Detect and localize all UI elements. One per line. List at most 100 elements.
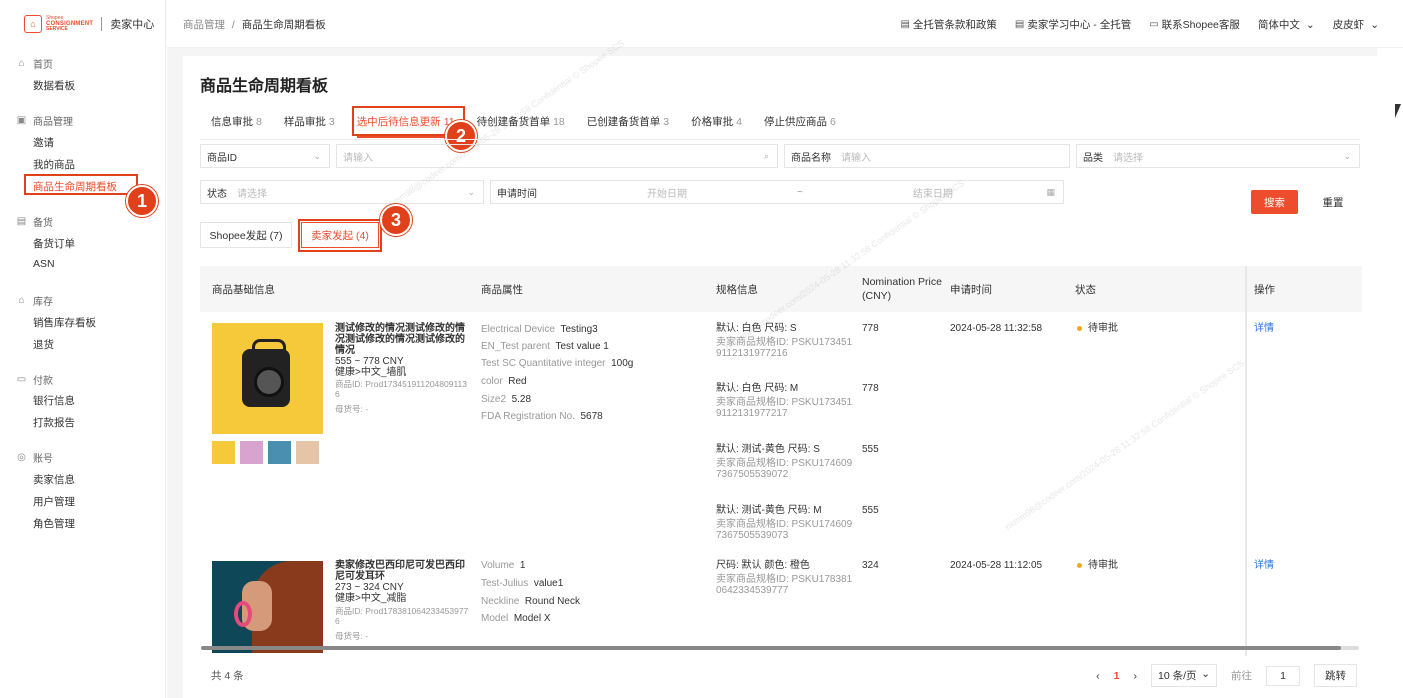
page-size-select[interactable]: 10 条/页 ⌄ [1151, 664, 1217, 687]
sidebar-item-asn[interactable]: ASN [33, 258, 55, 270]
attr-row: FDA Registration No. 5678 [481, 411, 603, 422]
search-button[interactable]: 搜索 [1251, 190, 1298, 214]
sidebar-item-my-products[interactable]: 我的商品 [33, 157, 75, 172]
nav-group-account[interactable]: ◎ 账号 [16, 450, 53, 465]
tab-created-first-order[interactable]: 已创建备货首单 3 [587, 114, 669, 134]
attr-row: Size2 5.28 [481, 394, 532, 405]
detail-link[interactable]: 详情 [1254, 560, 1274, 572]
tab-price-approval[interactable]: 价格审批 4 [691, 114, 742, 134]
user-menu[interactable]: 皮皮虾 ⌄ [1333, 17, 1379, 32]
scrollbar-thumb[interactable] [201, 646, 1341, 650]
top-bar: 商品管理 / 商品生命周期看板 ▤ 全托管条款和政策 ▤ 卖家学习中心 - 全托管 … [167, 0, 1403, 48]
language-select[interactable]: 简体中文 ⌄ [1258, 17, 1315, 32]
reset-button[interactable]: 重置 [1311, 190, 1355, 214]
breadcrumb-current: 商品生命周期看板 [241, 19, 326, 31]
thumbnail-1[interactable] [212, 441, 235, 464]
detail-link[interactable]: 详情 [1254, 323, 1274, 335]
chevron-down-icon: ⌄ [1305, 18, 1315, 31]
status-dot-icon [1077, 325, 1082, 331]
camera-shape [242, 339, 290, 407]
brand-logo[interactable]: ⌂ Shopee CONSIGNMENT SERVICE 卖家中心 [24, 12, 154, 36]
product-name: 测试修改的情况测试修改的情况测试修改的情况测试修改的情况 [335, 323, 465, 356]
goto-page-input[interactable]: 1 [1266, 665, 1300, 686]
sidebar-item-payment-report[interactable]: 打款报告 [33, 415, 75, 430]
product-image-camera[interactable] [212, 323, 323, 434]
chevron-down-icon: ⌄ [467, 186, 475, 197]
col-basic-info: 商品基础信息 [212, 284, 275, 296]
total-count: 共 4 条 [211, 670, 244, 682]
pagination: ‹ 1 › 10 条/页 ⌄ 前往 1 跳转 [1096, 664, 1357, 687]
attr-row: Neckline Round Neck [481, 596, 580, 607]
sidebar-item-stock-orders[interactable]: 备货订单 [33, 236, 75, 251]
learning-center-link[interactable]: ▤ 卖家学习中心 - 全托管 [1015, 17, 1131, 32]
product-id: 商品ID: Prod1783810642334539776 [335, 606, 469, 626]
tab-stopped-supply[interactable]: 停止供应商品 6 [764, 114, 836, 134]
nav-group-stocking[interactable]: ▤ 备货 [16, 214, 53, 229]
spec-line: 尺码: 默认 颜色: 橙色 [716, 560, 810, 571]
attr-row: Model Model X [481, 613, 551, 624]
nav-group-products[interactable]: ▣ 商品管理 [16, 113, 73, 128]
logo-divider [101, 17, 103, 31]
goods-no: 母货号: - [335, 404, 369, 414]
thumbnail-3[interactable] [268, 441, 291, 464]
horizontal-scrollbar[interactable] [201, 646, 1359, 650]
page-number[interactable]: 1 [1114, 670, 1120, 682]
terms-link[interactable]: ▤ 全托管条款和政策 [900, 17, 996, 32]
table-header: 商品基础信息 商品属性 规格信息 Nomination Price (CNY) … [200, 266, 1362, 312]
tab-sample-approval[interactable]: 样品审批 3 [284, 114, 335, 134]
sidebar-item-sales-inventory[interactable]: 销售库存看板 [33, 315, 96, 330]
search-icon: ⌕ [763, 150, 769, 161]
sidebar-item-returns[interactable]: 退货 [33, 337, 54, 352]
next-page-icon[interactable]: › [1134, 670, 1138, 682]
goto-button[interactable]: 跳转 [1314, 664, 1357, 687]
earring-shape [234, 601, 252, 627]
breadcrumb-parent[interactable]: 商品管理 [183, 19, 225, 31]
tab-pending-first-order[interactable]: 待创建备货首单 18 [477, 114, 565, 134]
end-date-input[interactable]: 结束日期 [913, 185, 953, 200]
sidebar-item-seller-info[interactable]: 卖家信息 [33, 472, 75, 487]
product-name-field[interactable]: 商品名称 请输入 [784, 144, 1070, 168]
nav-group-home[interactable]: ⌂ 首页 [16, 56, 53, 71]
tabs-divider [200, 139, 1360, 140]
spec-price: 555 [862, 505, 879, 516]
product-image-earring[interactable] [212, 561, 323, 653]
category-select[interactable]: 品类 请选择 ⌄ [1076, 144, 1360, 168]
book-icon: ▤ [1014, 19, 1025, 30]
sidebar-item-invite[interactable]: 邀请 [33, 135, 54, 150]
product-id-select[interactable]: 商品ID ⌄ [200, 144, 330, 168]
subtab-shopee-initiated[interactable]: Shopee发起 (7) [200, 222, 292, 248]
page-title: 商品生命周期看板 [200, 78, 329, 95]
start-date-input[interactable]: 开始日期 [647, 185, 687, 200]
seller-center-label: 卖家中心 [110, 19, 155, 31]
chevron-down-icon: ⌄ [1343, 150, 1351, 161]
sidebar-item-bank-info[interactable]: 银行信息 [33, 393, 75, 408]
sidebar-item-role-management[interactable]: 角色管理 [33, 516, 75, 531]
spec-sku: 卖家商品规格ID: PSKU1783810642334539777 [716, 574, 853, 596]
contact-support-link[interactable]: ▭ 联系Shopee客服 [1149, 17, 1240, 32]
goods-no: 母货号: - [335, 631, 369, 641]
sidebar: ⌂ Shopee CONSIGNMENT SERVICE 卖家中心 ⌂ 首页 数据… [0, 0, 166, 698]
tab-info-approval[interactable]: 信息审批 8 [211, 114, 262, 134]
status-select[interactable]: 状态 请选择 ⌄ [200, 180, 484, 204]
sidebar-item-dashboard[interactable]: 数据看板 [33, 78, 75, 93]
thumbnail-2[interactable] [240, 441, 263, 464]
spec-sku: 卖家商品规格ID: PSKU1734519112131977217 [716, 397, 853, 419]
annotation-badge-1: 1 [126, 185, 158, 217]
product-id-input[interactable]: 请输入 ⌕ [336, 144, 778, 168]
nav-group-payment[interactable]: ▭ 付款 [16, 372, 53, 387]
nav-group-inventory[interactable]: ⌂ 库存 [16, 293, 53, 308]
spec-line: 默认: 测试-黄色 尺码: M [716, 505, 822, 516]
attr-row: color Red [481, 376, 527, 387]
prev-page-icon[interactable]: ‹ [1096, 670, 1100, 682]
shopee-logo-icon: ⌂ [24, 15, 42, 33]
user-icon: ◎ [17, 452, 26, 463]
col-attributes: 商品属性 [481, 284, 523, 296]
spec-line: 默认: 测试-黄色 尺码: S [716, 444, 820, 455]
apply-time-range[interactable]: 申请时间 开始日期 ~ 结束日期 ▦ [490, 180, 1064, 204]
warehouse-icon: ⌂ [18, 295, 25, 306]
spec-price: 778 [862, 383, 879, 394]
chevron-down-icon: ⌄ [313, 150, 321, 161]
sidebar-item-user-management[interactable]: 用户管理 [33, 494, 75, 509]
calendar-icon: ▦ [1046, 186, 1055, 197]
thumbnail-4[interactable] [296, 441, 319, 464]
